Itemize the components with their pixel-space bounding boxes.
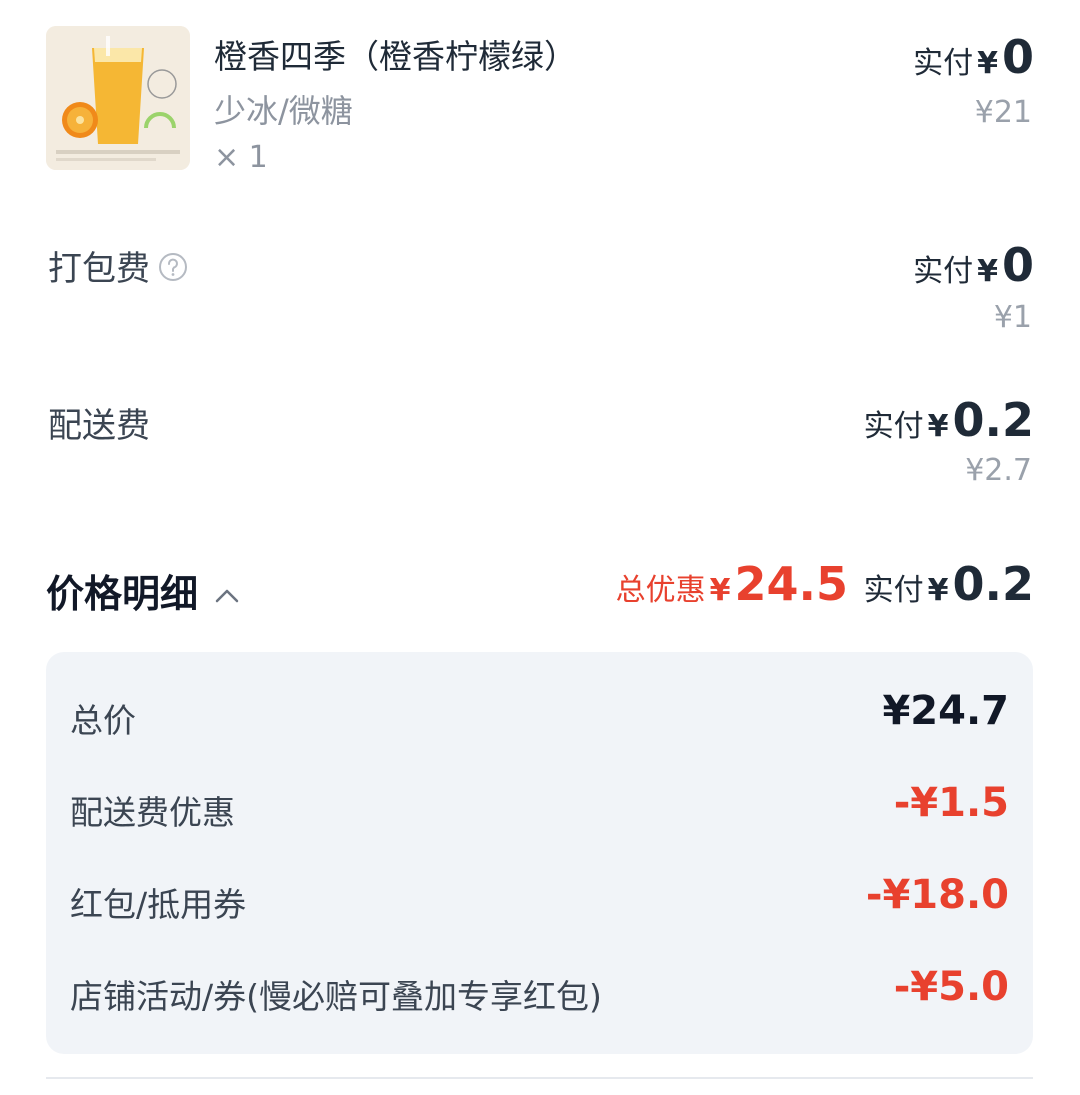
product-original-price: ¥21 <box>974 95 1032 130</box>
paid-label: 实付 <box>863 573 924 608</box>
help-circle-icon[interactable] <box>158 251 188 281</box>
total-discount-label: 总优惠 <box>615 573 706 608</box>
chevron-up-icon[interactable] <box>212 576 242 606</box>
paid-amount: 0 <box>1001 30 1034 84</box>
paid-amount: 0.2 <box>952 557 1035 611</box>
price-detail-title: 价格明细 <box>46 572 199 616</box>
detail-row-label: 店铺活动/券(慢必赔可叠加专享红包) <box>70 977 602 1016</box>
paid-amount: 0 <box>1001 238 1034 292</box>
order-detail-page: 橙香四季（橙香柠檬绿） 少冰/微糖 × 1 实付 ¥ 0 ¥21 打包费 实付 … <box>0 0 1080 1095</box>
total-paid: 实付 ¥ 0.2 <box>864 557 1034 611</box>
packing-fee-paid: 实付 ¥ 0 <box>913 238 1034 292</box>
delivery-fee-original-price: ¥2.7 <box>965 453 1032 488</box>
detail-row-label: 红包/抵用券 <box>70 885 247 924</box>
detail-row-store-promo: 店铺活动/券(慢必赔可叠加专享红包) -¥5.0 <box>46 958 1033 1018</box>
product-paid: 实付 ¥ 0 <box>913 30 1034 84</box>
packing-fee-row: 打包费 <box>48 241 188 290</box>
price-detail-toggle[interactable]: 价格明细 <box>46 563 242 618</box>
product-image[interactable] <box>46 26 190 170</box>
detail-row-total: 总价 ¥24.7 <box>46 682 1033 742</box>
detail-row-value: -¥1.5 <box>893 780 1009 826</box>
paid-label: 实付 <box>913 46 974 81</box>
product-spec: 少冰/微糖 <box>214 92 353 130</box>
paid-label: 实付 <box>913 254 974 289</box>
paid-currency: ¥ <box>927 409 949 444</box>
divider <box>46 1077 1033 1079</box>
paid-currency: ¥ <box>977 254 998 289</box>
total-discount-currency: ¥ <box>709 573 731 608</box>
delivery-fee-paid: 实付 ¥ 0.2 <box>864 393 1034 447</box>
paid-label: 实付 <box>863 409 924 444</box>
price-detail-box: 总价 ¥24.7 配送费优惠 -¥1.5 红包/抵用券 -¥18.0 店铺活动/… <box>46 652 1033 1054</box>
detail-row-value: -¥5.0 <box>893 964 1009 1010</box>
detail-row-coupon: 红包/抵用券 -¥18.0 <box>46 866 1033 926</box>
paid-amount: 0.2 <box>952 393 1035 447</box>
paid-currency: ¥ <box>927 573 949 608</box>
detail-row-delivery-discount: 配送费优惠 -¥1.5 <box>46 774 1033 834</box>
detail-row-label: 配送费优惠 <box>70 793 235 832</box>
product-quantity: × 1 <box>214 140 268 175</box>
paid-currency: ¥ <box>977 46 998 81</box>
packing-fee-original-price: ¥1 <box>993 300 1032 335</box>
detail-row-value: -¥18.0 <box>865 872 1009 918</box>
delivery-fee-label: 配送费 <box>48 406 150 446</box>
detail-row-label: 总价 <box>70 701 136 740</box>
total-discount-amount: 24.5 <box>734 557 849 611</box>
product-name: 橙香四季（橙香柠檬绿） <box>214 37 577 76</box>
detail-row-value: ¥24.7 <box>882 688 1009 734</box>
packing-fee-label: 打包费 <box>48 249 150 289</box>
total-discount: 总优惠 ¥ 24.5 <box>616 557 848 611</box>
